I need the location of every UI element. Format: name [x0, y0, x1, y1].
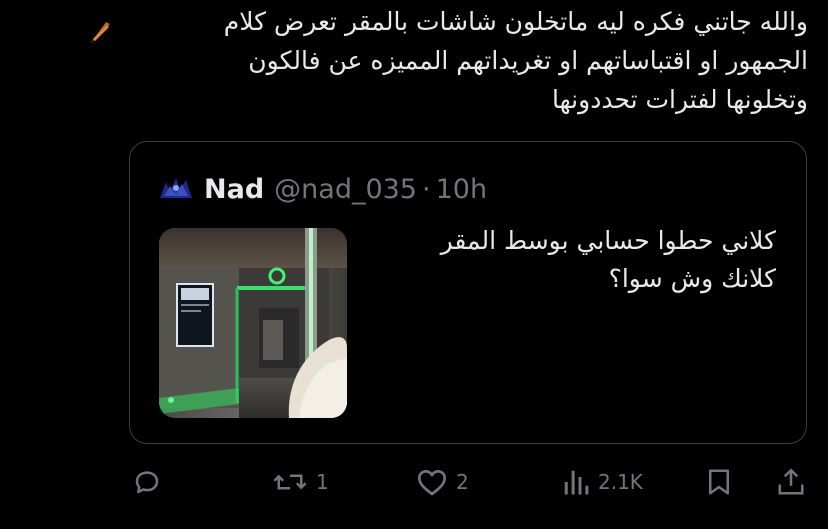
quoted-line-1: كلاني حطوا حسابي بوسط المقر	[440, 226, 776, 255]
retweet-button[interactable]: 1	[272, 462, 329, 502]
tweet-line-2: الجمهور او اقتباساتهم او تغريداتهم الممي…	[248, 46, 808, 75]
tweet-body: والله جاتني فكره ليه ماتخلون شاشات بالمق…	[108, 2, 808, 119]
heart-icon	[418, 470, 446, 496]
quoted-tweet-body: كلاني حطوا حسابي بوسط المقر كلانك وش سوا…	[376, 222, 776, 298]
quoted-tweet-header: Nad @nad_035 · 10h	[156, 170, 487, 208]
quoted-line-2: كلانك وش سوا؟	[608, 264, 776, 293]
views-button[interactable]: 2.1K	[562, 462, 643, 502]
share-button[interactable]	[776, 462, 806, 502]
quoted-author-handle[interactable]: @nad_035	[274, 174, 417, 205]
quoted-tweet-card[interactable]: Nad @nad_035 · 10h كلاني حطوا حسابي بوسط…	[129, 141, 807, 444]
quoted-tweet-photo[interactable]	[159, 228, 347, 418]
retweet-count: 1	[316, 470, 329, 494]
retweet-icon	[273, 474, 307, 490]
share-upload-icon	[778, 468, 804, 495]
bookmark-icon	[709, 469, 729, 495]
like-count: 2	[456, 470, 469, 494]
like-button[interactable]: 2	[416, 462, 469, 502]
bookmark-button[interactable]	[705, 462, 733, 502]
quoted-tweet-time[interactable]: 10h	[436, 174, 487, 205]
tweet-line-3: وتخلونها لفترات تحددونها	[552, 85, 808, 114]
reply-bubble-icon	[135, 471, 159, 494]
tweet-line-1: والله جاتني فكره ليه ماتخلون شاشات بالمق…	[223, 7, 808, 36]
quoted-author-avatar[interactable]	[156, 174, 196, 204]
views-count: 2.1K	[598, 470, 643, 494]
views-bar-chart-icon	[564, 470, 589, 495]
reply-button[interactable]	[132, 462, 162, 502]
quoted-author-name[interactable]: Nad	[204, 174, 264, 205]
header-separator: ·	[422, 173, 431, 205]
tweet-action-bar: 1 2 2.1K	[0, 462, 828, 502]
